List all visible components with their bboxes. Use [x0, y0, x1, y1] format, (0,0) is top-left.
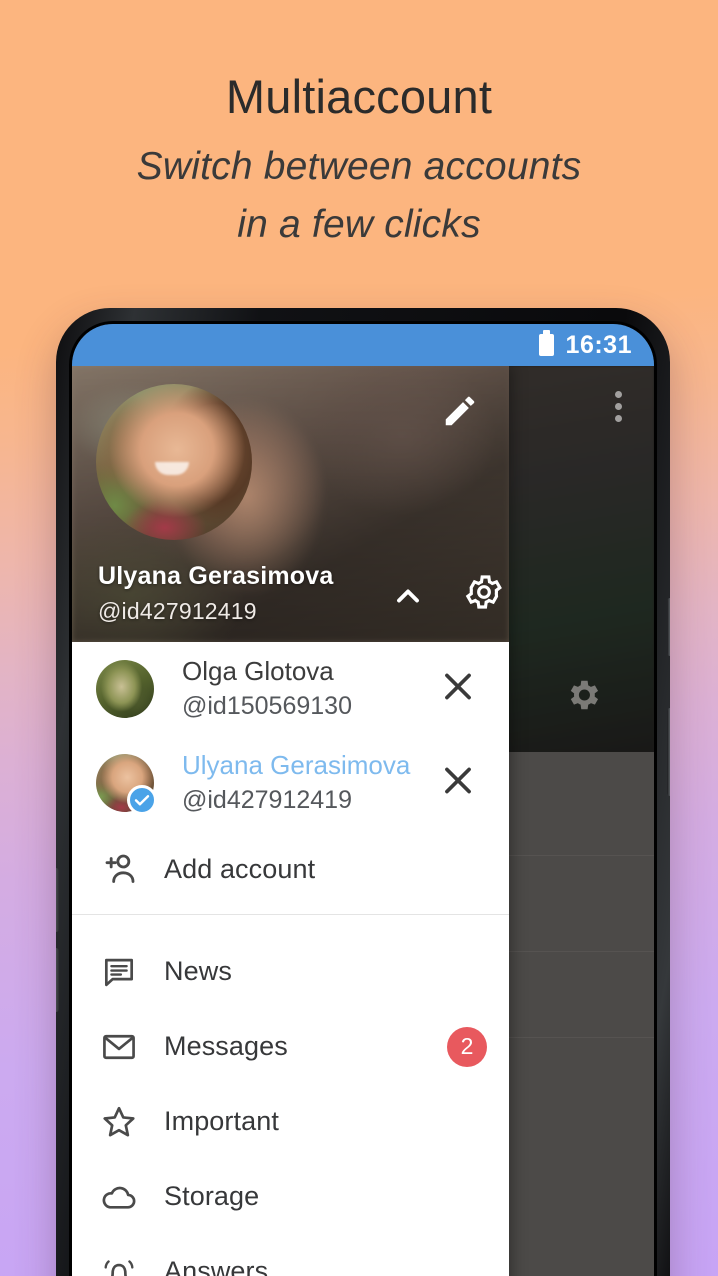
menu-item-label: Important	[164, 1106, 279, 1136]
phone-screen: е прощу Y ALBUMS sts	[72, 324, 654, 1276]
account-row-ulyana[interactable]: Ulyana Gerasimova @id427912419	[72, 736, 509, 830]
menu-item-label: Answers	[164, 1256, 269, 1276]
close-icon[interactable]	[439, 668, 477, 711]
secondary-side-button[interactable]	[667, 708, 670, 796]
menu-item-label: Storage	[164, 1181, 260, 1211]
avatar	[96, 660, 154, 718]
person-add-icon	[100, 849, 146, 889]
envelope-icon	[100, 1028, 146, 1066]
status-bar: 16:31	[72, 324, 654, 366]
gear-icon[interactable]	[464, 572, 504, 617]
bell-ring-icon	[100, 1253, 146, 1276]
menu-item-label: Messages	[164, 1031, 288, 1061]
drawer-profile-name: Ulyana Gerasimova	[98, 562, 334, 590]
menu-divider	[72, 914, 509, 915]
menu-item-answers[interactable]: Answers	[72, 1234, 509, 1276]
promo-banner: Multiaccount Switch between accounts in …	[0, 0, 718, 254]
drawer-header: Ulyana Gerasimova @id427912419	[72, 366, 509, 642]
star-icon	[100, 1103, 146, 1141]
volume-down-button[interactable]	[56, 948, 59, 1012]
page-title: Multiaccount	[225, 70, 493, 123]
menu-item-important[interactable]: Important	[72, 1084, 509, 1159]
account-id: @id427912419	[182, 786, 352, 815]
status-badge: 2	[447, 1026, 487, 1067]
account-id: @id150569130	[182, 692, 352, 721]
pencil-icon[interactable]	[441, 392, 479, 435]
menu-item-storage[interactable]: Storage	[72, 1159, 509, 1234]
menu-item-messages[interactable]: Messages 2	[72, 1009, 509, 1084]
status-bar-clock: 16:31	[565, 330, 632, 359]
volume-up-button[interactable]	[56, 868, 59, 932]
menu-item-label: News	[164, 956, 232, 986]
avatar	[96, 754, 157, 815]
account-row-olga[interactable]: Olga Glotova @id150569130	[72, 642, 509, 736]
chevron-up-icon[interactable]	[390, 578, 426, 619]
promo-subtitle: Switch between accounts in a few clicks	[0, 138, 718, 253]
add-account-button[interactable]: Add account	[72, 830, 509, 908]
promo-subtitle-line2: in a few clicks	[237, 203, 481, 247]
promo-subtitle-line1: Switch between accounts	[136, 145, 582, 189]
drawer-profile-id: @id427912419	[98, 598, 257, 624]
battery-icon	[538, 330, 554, 356]
navigation-drawer: Ulyana Gerasimova @id427912419 Olga Glot…	[72, 366, 509, 1276]
menu-item-news[interactable]: News	[72, 934, 509, 1009]
power-button[interactable]	[667, 598, 670, 656]
chat-bubble-icon	[100, 953, 146, 991]
phone-mockup: е прощу Y ALBUMS sts	[56, 308, 670, 1276]
avatar[interactable]	[96, 384, 252, 540]
phone-bezel: е прощу Y ALBUMS sts	[69, 321, 657, 1276]
account-name: Olga Glotova	[182, 656, 334, 687]
account-text: Olga Glotova @id150569130	[182, 655, 352, 723]
account-name: Ulyana Gerasimova	[182, 750, 411, 781]
cloud-icon	[100, 1178, 146, 1216]
close-icon[interactable]	[439, 762, 477, 805]
add-account-label: Add account	[164, 853, 316, 884]
account-text: Ulyana Gerasimova @id427912419	[182, 749, 410, 817]
check-circle-icon	[127, 785, 157, 815]
